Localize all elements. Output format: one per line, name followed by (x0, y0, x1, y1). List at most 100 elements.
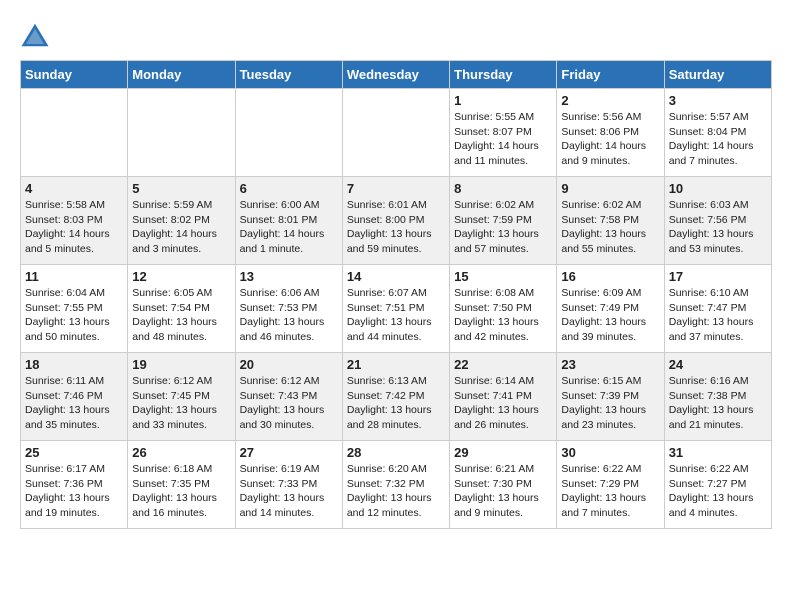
day-number: 16 (561, 269, 659, 284)
calendar-cell: 27 Sunrise: 6:19 AM Sunset: 7:33 PM Dayli… (235, 441, 342, 529)
calendar-cell: 5 Sunrise: 5:59 AM Sunset: 8:02 PM Daylig… (128, 177, 235, 265)
day-number: 15 (454, 269, 552, 284)
day-info: Sunrise: 6:17 AM Sunset: 7:36 PM Dayligh… (25, 462, 123, 521)
calendar-cell: 26 Sunrise: 6:18 AM Sunset: 7:35 PM Dayli… (128, 441, 235, 529)
day-number: 17 (669, 269, 767, 284)
day-info: Sunrise: 6:10 AM Sunset: 7:47 PM Dayligh… (669, 286, 767, 345)
calendar-cell: 9 Sunrise: 6:02 AM Sunset: 7:58 PM Daylig… (557, 177, 664, 265)
day-info: Sunrise: 6:04 AM Sunset: 7:55 PM Dayligh… (25, 286, 123, 345)
day-info: Sunrise: 6:00 AM Sunset: 8:01 PM Dayligh… (240, 198, 338, 257)
calendar-cell: 17 Sunrise: 6:10 AM Sunset: 7:47 PM Dayli… (664, 265, 771, 353)
calendar-week-row: 11Sunrise: 6:04 AM Sunset: 7:55 PM Dayli… (21, 265, 772, 353)
day-info: Sunrise: 6:22 AM Sunset: 7:29 PM Dayligh… (561, 462, 659, 521)
logo (20, 20, 54, 50)
day-of-week-header: Friday (557, 61, 664, 89)
day-info: Sunrise: 6:12 AM Sunset: 7:45 PM Dayligh… (132, 374, 230, 433)
day-of-week-header: Saturday (664, 61, 771, 89)
day-info: Sunrise: 6:07 AM Sunset: 7:51 PM Dayligh… (347, 286, 445, 345)
day-info: Sunrise: 6:02 AM Sunset: 7:59 PM Dayligh… (454, 198, 552, 257)
day-number: 25 (25, 445, 123, 460)
calendar-cell: 4Sunrise: 5:58 AM Sunset: 8:03 PM Daylig… (21, 177, 128, 265)
day-number: 13 (240, 269, 338, 284)
day-info: Sunrise: 5:59 AM Sunset: 8:02 PM Dayligh… (132, 198, 230, 257)
header-row: SundayMondayTuesdayWednesdayThursdayFrid… (21, 61, 772, 89)
day-number: 23 (561, 357, 659, 372)
calendar-cell: 10 Sunrise: 6:03 AM Sunset: 7:56 PM Dayli… (664, 177, 771, 265)
calendar-week-row: 1 Sunrise: 5:55 AM Sunset: 8:07 PM Daylig… (21, 89, 772, 177)
calendar-cell: 24 Sunrise: 6:16 AM Sunset: 7:38 PM Dayli… (664, 353, 771, 441)
day-info: Sunrise: 5:55 AM Sunset: 8:07 PM Dayligh… (454, 110, 552, 169)
day-number: 10 (669, 181, 767, 196)
day-of-week-header: Monday (128, 61, 235, 89)
day-number: 14 (347, 269, 445, 284)
calendar-cell: 18Sunrise: 6:11 AM Sunset: 7:46 PM Dayli… (21, 353, 128, 441)
day-info: Sunrise: 6:09 AM Sunset: 7:49 PM Dayligh… (561, 286, 659, 345)
day-number: 26 (132, 445, 230, 460)
day-number: 20 (240, 357, 338, 372)
day-info: Sunrise: 6:22 AM Sunset: 7:27 PM Dayligh… (669, 462, 767, 521)
day-info: Sunrise: 6:20 AM Sunset: 7:32 PM Dayligh… (347, 462, 445, 521)
day-info: Sunrise: 5:58 AM Sunset: 8:03 PM Dayligh… (25, 198, 123, 257)
day-number: 12 (132, 269, 230, 284)
calendar-cell: 28 Sunrise: 6:20 AM Sunset: 7:32 PM Dayli… (342, 441, 449, 529)
day-info: Sunrise: 6:11 AM Sunset: 7:46 PM Dayligh… (25, 374, 123, 433)
calendar-cell: 20 Sunrise: 6:12 AM Sunset: 7:43 PM Dayli… (235, 353, 342, 441)
calendar-cell: 22Sunrise: 6:14 AM Sunset: 7:41 PM Dayli… (450, 353, 557, 441)
day-info: Sunrise: 6:21 AM Sunset: 7:30 PM Dayligh… (454, 462, 552, 521)
calendar-body: 1 Sunrise: 5:55 AM Sunset: 8:07 PM Daylig… (21, 89, 772, 529)
day-number: 2 (561, 93, 659, 108)
day-number: 1 (454, 93, 552, 108)
day-info: Sunrise: 5:57 AM Sunset: 8:04 PM Dayligh… (669, 110, 767, 169)
calendar-cell: 15 Sunrise: 6:08 AM Sunset: 7:50 PM Dayli… (450, 265, 557, 353)
day-info: Sunrise: 6:13 AM Sunset: 7:42 PM Dayligh… (347, 374, 445, 433)
day-number: 9 (561, 181, 659, 196)
day-info: Sunrise: 6:12 AM Sunset: 7:43 PM Dayligh… (240, 374, 338, 433)
day-number: 29 (454, 445, 552, 460)
calendar-week-row: 4Sunrise: 5:58 AM Sunset: 8:03 PM Daylig… (21, 177, 772, 265)
calendar-week-row: 25 Sunrise: 6:17 AM Sunset: 7:36 PM Dayli… (21, 441, 772, 529)
calendar-cell: 2 Sunrise: 5:56 AM Sunset: 8:06 PM Daylig… (557, 89, 664, 177)
logo-icon (20, 20, 50, 50)
day-number: 21 (347, 357, 445, 372)
day-info: Sunrise: 6:01 AM Sunset: 8:00 PM Dayligh… (347, 198, 445, 257)
page-header (20, 20, 772, 50)
day-number: 28 (347, 445, 445, 460)
day-info: Sunrise: 5:56 AM Sunset: 8:06 PM Dayligh… (561, 110, 659, 169)
calendar-cell: 8 Sunrise: 6:02 AM Sunset: 7:59 PM Daylig… (450, 177, 557, 265)
calendar-cell: 6Sunrise: 6:00 AM Sunset: 8:01 PM Daylig… (235, 177, 342, 265)
calendar-cell: 13 Sunrise: 6:06 AM Sunset: 7:53 PM Dayli… (235, 265, 342, 353)
day-number: 24 (669, 357, 767, 372)
day-info: Sunrise: 6:19 AM Sunset: 7:33 PM Dayligh… (240, 462, 338, 521)
day-number: 8 (454, 181, 552, 196)
day-number: 27 (240, 445, 338, 460)
calendar-cell: 30 Sunrise: 6:22 AM Sunset: 7:29 PM Dayli… (557, 441, 664, 529)
day-info: Sunrise: 6:18 AM Sunset: 7:35 PM Dayligh… (132, 462, 230, 521)
day-info: Sunrise: 6:16 AM Sunset: 7:38 PM Dayligh… (669, 374, 767, 433)
day-info: Sunrise: 6:03 AM Sunset: 7:56 PM Dayligh… (669, 198, 767, 257)
day-info: Sunrise: 6:06 AM Sunset: 7:53 PM Dayligh… (240, 286, 338, 345)
calendar-table: SundayMondayTuesdayWednesdayThursdayFrid… (20, 60, 772, 529)
day-of-week-header: Thursday (450, 61, 557, 89)
calendar-cell (235, 89, 342, 177)
calendar-header: SundayMondayTuesdayWednesdayThursdayFrid… (21, 61, 772, 89)
day-number: 19 (132, 357, 230, 372)
calendar-cell (342, 89, 449, 177)
day-info: Sunrise: 6:02 AM Sunset: 7:58 PM Dayligh… (561, 198, 659, 257)
day-number: 5 (132, 181, 230, 196)
calendar-cell: 11Sunrise: 6:04 AM Sunset: 7:55 PM Dayli… (21, 265, 128, 353)
day-info: Sunrise: 6:08 AM Sunset: 7:50 PM Dayligh… (454, 286, 552, 345)
calendar-cell: 25 Sunrise: 6:17 AM Sunset: 7:36 PM Dayli… (21, 441, 128, 529)
day-number: 30 (561, 445, 659, 460)
calendar-cell: 12Sunrise: 6:05 AM Sunset: 7:54 PM Dayli… (128, 265, 235, 353)
calendar-cell (128, 89, 235, 177)
calendar-cell: 23 Sunrise: 6:15 AM Sunset: 7:39 PM Dayli… (557, 353, 664, 441)
calendar-cell: 16 Sunrise: 6:09 AM Sunset: 7:49 PM Dayli… (557, 265, 664, 353)
calendar-cell: 19 Sunrise: 6:12 AM Sunset: 7:45 PM Dayli… (128, 353, 235, 441)
day-number: 7 (347, 181, 445, 196)
calendar-cell (21, 89, 128, 177)
day-of-week-header: Tuesday (235, 61, 342, 89)
calendar-cell: 1 Sunrise: 5:55 AM Sunset: 8:07 PM Daylig… (450, 89, 557, 177)
calendar-week-row: 18Sunrise: 6:11 AM Sunset: 7:46 PM Dayli… (21, 353, 772, 441)
day-info: Sunrise: 6:15 AM Sunset: 7:39 PM Dayligh… (561, 374, 659, 433)
calendar-cell: 31Sunrise: 6:22 AM Sunset: 7:27 PM Dayli… (664, 441, 771, 529)
